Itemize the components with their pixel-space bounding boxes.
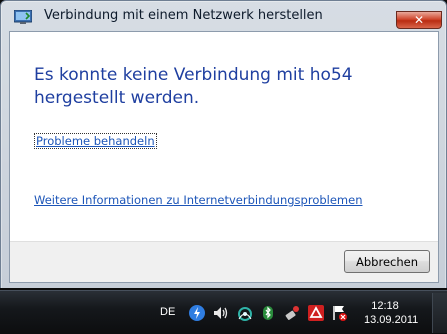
show-desktop-button[interactable] — [432, 293, 447, 333]
taskbar: DE 12:18 13.09.2011 — [0, 290, 447, 334]
cancel-button[interactable]: Abbrechen — [344, 250, 430, 273]
title-bar[interactable]: Verbindung mit einem Netzwerk herstellen… — [1, 1, 446, 31]
clock-date: 13.09.2011 — [364, 314, 419, 326]
error-message: Es konnte keine Verbindung mit ho54 herg… — [34, 65, 353, 108]
system-clock[interactable]: 12:18 13.09.2011 — [364, 299, 419, 327]
more-info-link-label: Weitere Informationen zu Internetverbind… — [34, 193, 363, 207]
language-indicator[interactable]: DE — [160, 306, 175, 318]
usb-device-icon[interactable] — [283, 304, 301, 322]
clock-time: 12:18 — [371, 300, 399, 312]
more-info-link[interactable]: Weitere Informationen zu Internetverbind… — [34, 193, 363, 207]
dialog-content: Es konnte keine Verbindung mit ho54 herg… — [9, 31, 439, 283]
troubleshoot-link-label: Probleme behandeln — [34, 133, 157, 149]
action-center-flag-icon[interactable] — [331, 304, 349, 322]
volume-icon[interactable] — [212, 304, 230, 322]
network-icon[interactable] — [236, 304, 254, 322]
close-icon: ✕ — [413, 13, 425, 27]
dialog-footer: Abbrechen — [10, 241, 438, 282]
antivirus-icon[interactable] — [307, 304, 325, 322]
power-icon[interactable] — [188, 304, 206, 322]
dialog-window: Verbindung mit einem Netzwerk herstellen… — [0, 0, 447, 290]
troubleshoot-link[interactable]: Probleme behandeln — [34, 133, 157, 149]
network-connection-icon — [14, 10, 32, 24]
close-button[interactable]: ✕ — [396, 11, 442, 29]
window-title: Verbindung mit einem Netzwerk herstellen — [44, 8, 323, 23]
bluetooth-icon[interactable] — [259, 304, 277, 322]
